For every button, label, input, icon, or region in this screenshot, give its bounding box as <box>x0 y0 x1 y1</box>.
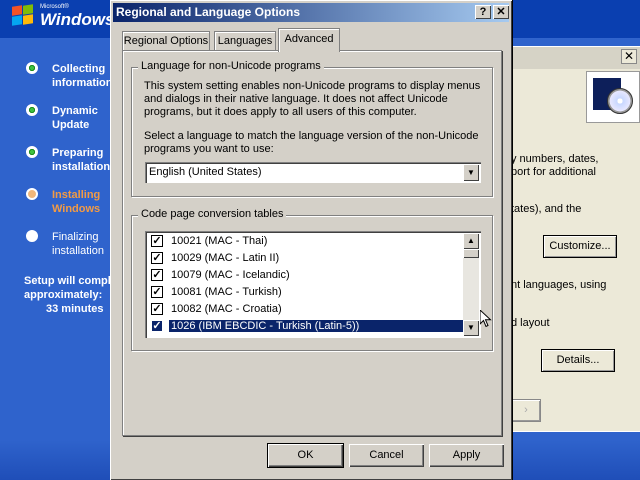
checkbox-icon[interactable]: ✓ <box>151 303 163 315</box>
list-item-label: 10021 (MAC - Thai) <box>171 235 268 247</box>
tab-languages[interactable]: Languages <box>214 31 276 51</box>
disabled-button: › <box>511 399 541 422</box>
tab-advanced[interactable]: Advanced <box>278 28 340 52</box>
list-item[interactable]: ✓ 10029 (MAC - Latin II) <box>149 250 465 267</box>
checkbox-icon[interactable]: ✓ <box>151 252 163 264</box>
list-item[interactable]: ✓ 10081 (MAC - Turkish) <box>149 284 465 301</box>
details-button[interactable]: Details... <box>541 349 615 372</box>
apply-button[interactable]: Apply <box>429 444 504 467</box>
non-unicode-language-dropdown[interactable]: English (United States) ▼ <box>145 162 481 183</box>
non-unicode-group-title: Language for non-Unicode programs <box>138 60 324 72</box>
checkbox-icon[interactable]: ✓ <box>151 320 163 332</box>
background-text-4: nt languages, using <box>511 279 607 291</box>
setup-step-installing: Installing Windows <box>22 184 122 216</box>
checkbox-icon[interactable]: ✓ <box>151 269 163 281</box>
list-item[interactable]: ✓ 10021 (MAC - Thai) <box>149 233 465 250</box>
list-item-selected[interactable]: ✓ 1026 (IBM EBCDIC - Turkish (Latin-5)) <box>149 318 467 335</box>
step-done-icon <box>26 62 38 74</box>
scroll-down-icon[interactable]: ▼ <box>463 320 479 336</box>
list-item[interactable]: ✓ 10082 (MAC - Croatia) <box>149 301 465 318</box>
checkbox-icon[interactable]: ✓ <box>151 286 163 298</box>
step-current-icon <box>26 188 38 200</box>
non-unicode-prompt: Select a language to match the language … <box>144 130 479 155</box>
list-item-label: 10081 (MAC - Turkish) <box>171 286 282 298</box>
code-page-group-title: Code page conversion tables <box>138 208 287 220</box>
windows-flag-icon <box>12 4 34 26</box>
list-scrollbar[interactable]: ▲ ▼ <box>463 233 479 336</box>
background-text-3: tates), and the <box>511 203 582 215</box>
list-item[interactable]: ✓ 10079 (MAC - Icelandic) <box>149 267 465 284</box>
scroll-thumb[interactable] <box>463 249 479 258</box>
tab-regional-options[interactable]: Regional Options <box>122 31 210 51</box>
close-icon[interactable]: ✕ <box>621 49 637 64</box>
non-unicode-description: This system setting enables non-Unicode … <box>144 80 481 118</box>
time-line-2: approximately: <box>24 289 103 301</box>
background-text-5: d layout <box>511 317 550 329</box>
checkbox-icon[interactable]: ✓ <box>151 235 163 247</box>
list-item-label: 10029 (MAC - Latin II) <box>171 252 280 264</box>
step-done-icon <box>26 146 38 158</box>
step-todo-icon <box>26 230 38 242</box>
dialog-title: Regional and Language Options <box>116 5 301 19</box>
list-item-label: 10082 (MAC - Croatia) <box>171 303 282 315</box>
logo-windows-text: Windows <box>40 10 115 29</box>
time-minutes: 33 minutes <box>46 303 104 315</box>
software-box-icon <box>586 71 640 123</box>
setup-step-collecting: Collecting information <box>22 58 122 90</box>
list-item-label: 1026 (IBM EBCDIC - Turkish (Latin-5)) <box>169 320 467 332</box>
background-text-1: y numbers, dates, <box>511 153 599 165</box>
background-text-2: port for additional <box>511 166 596 178</box>
dropdown-arrow-icon[interactable]: ▼ <box>463 164 479 181</box>
code-page-list[interactable]: ✓ 10021 (MAC - Thai) ✓ 10029 (MAC - Lati… <box>145 231 481 338</box>
mouse-cursor-icon <box>480 310 492 328</box>
selected-language: English (United States) <box>149 166 262 178</box>
ok-button[interactable]: OK <box>267 443 344 468</box>
background-window: ✕ y numbers, dates, port for additional … <box>508 46 640 432</box>
regional-options-dialog: Regional and Language Options ? ✕ Region… <box>110 0 513 480</box>
background-window-titlebar: ✕ <box>509 47 640 69</box>
time-line-1: Setup will complete in <box>24 275 110 287</box>
list-item-label: 10079 (MAC - Icelandic) <box>171 269 290 281</box>
scroll-up-icon[interactable]: ▲ <box>463 233 479 249</box>
setup-step-dynamic-update: Dynamic Update <box>22 100 122 132</box>
setup-step-preparing: Preparing installation <box>22 142 122 174</box>
cancel-button[interactable]: Cancel <box>349 444 424 467</box>
close-icon[interactable]: ✕ <box>493 5 509 19</box>
setup-step-finalizing: Finalizing installation <box>22 226 122 258</box>
dialog-titlebar[interactable]: Regional and Language Options ? ✕ <box>113 3 509 22</box>
customize-button[interactable]: Customize... <box>543 235 617 258</box>
setup-time-remaining: Setup will complete in approximately: 33… <box>24 274 124 316</box>
help-icon[interactable]: ? <box>475 5 491 19</box>
step-done-icon <box>26 104 38 116</box>
